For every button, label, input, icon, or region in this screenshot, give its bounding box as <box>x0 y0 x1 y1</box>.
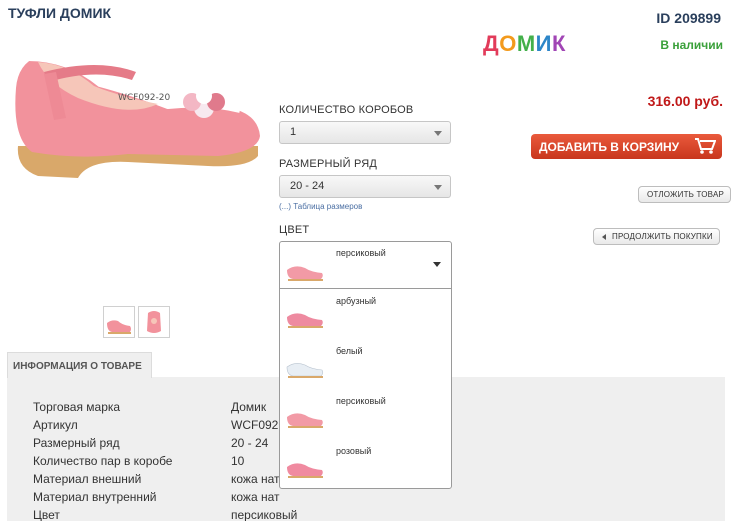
size-select-value: 20 - 24 <box>290 180 325 192</box>
info-row-value: Домик <box>231 400 267 414</box>
postpone-button[interactable]: ОТЛОЖИТЬ ТОВАР <box>638 186 732 203</box>
info-row-value: WCF092 <box>231 418 279 432</box>
info-row-label: Цвет <box>33 508 60 521</box>
color-label: ЦВЕТ <box>279 224 310 236</box>
thumbnail-1[interactable] <box>103 306 135 338</box>
color-option-label: розовый <box>336 446 372 456</box>
boxes-select-value: 1 <box>290 126 297 138</box>
info-row-label: Размерный ряд <box>33 436 120 450</box>
shoe-swatch-image <box>287 266 323 281</box>
size-table-link[interactable]: (...) Таблица размеров <box>279 202 362 211</box>
color-select[interactable]: персиковый <box>279 241 452 289</box>
shoe-swatch-image <box>287 313 323 328</box>
info-row-label: Материал внешний <box>33 472 142 486</box>
chevron-down-icon <box>434 185 442 190</box>
chevron-down-icon <box>433 262 441 267</box>
svg-text:WCF092-20: WCF092-20 <box>118 93 171 103</box>
boxes-select[interactable]: 1 <box>279 121 451 144</box>
product-id: ID 209899 <box>656 10 721 26</box>
brand-letter: Д <box>483 31 500 56</box>
info-row-label: Торговая марка <box>33 400 121 414</box>
brand-letter: К <box>551 31 566 56</box>
add-to-cart-button[interactable]: ДОБАВИТЬ В КОРЗИНУ <box>531 134 722 159</box>
cart-icon <box>695 138 716 154</box>
add-to-cart-label: ДОБАВИТЬ В КОРЗИНУ <box>539 140 680 154</box>
color-option[interactable]: розовый <box>280 439 451 489</box>
brand-letter: И <box>535 31 552 56</box>
color-option[interactable]: белый <box>280 339 451 389</box>
size-label: РАЗМЕРНЫЙ РЯД <box>279 158 378 170</box>
shoe-swatch-image <box>286 363 324 378</box>
product-main-image[interactable]: WCF092-20 <box>8 28 266 188</box>
chevron-down-icon <box>434 131 442 136</box>
info-row-label: Материал внутренний <box>33 490 157 504</box>
product-price: 316.00 руб. <box>647 93 723 109</box>
color-select-value: персиковый <box>336 248 386 258</box>
color-option-label: арбузный <box>336 296 377 306</box>
info-row-label: Артикул <box>33 418 78 432</box>
info-row-value: персиковый <box>231 508 298 521</box>
info-row-value: 10 <box>231 454 245 468</box>
brand-logo: ДОМИК <box>483 31 566 57</box>
stock-status: В наличии <box>660 38 723 52</box>
product-title: ТУФЛИ ДОМИК <box>8 5 112 21</box>
continue-shopping-label: ПРОДОЛЖИТЬ ПОКУПКИ <box>612 232 713 241</box>
brand-letter: О <box>499 31 517 56</box>
continue-shopping-button[interactable]: ПРОДОЛЖИТЬ ПОКУПКИ <box>593 228 720 245</box>
shoe-thumbnail-image <box>147 311 161 333</box>
brand-letter: М <box>516 31 536 56</box>
chevron-left-icon <box>602 233 606 240</box>
postpone-label: ОТЛОЖИТЬ ТОВАР <box>647 190 725 199</box>
shoe-swatch-image <box>287 413 323 428</box>
info-row-value: 20 - 24 <box>231 436 269 450</box>
info-row-label: Количество пар в коробе <box>33 454 173 468</box>
shoe-thumbnail-image <box>107 320 131 334</box>
shoe-swatch-image <box>287 463 323 478</box>
boxes-label: КОЛИЧЕСТВО КОРОБОВ <box>279 104 414 116</box>
color-option[interactable]: персиковый <box>280 389 451 439</box>
thumbnail-2[interactable] <box>138 306 170 338</box>
color-option-label: белый <box>336 346 363 356</box>
color-option-label: персиковый <box>336 396 386 406</box>
tab-product-info[interactable]: ИНФОРМАЦИЯ О ТОВАРЕ <box>7 352 152 378</box>
size-select[interactable]: 20 - 24 <box>279 175 451 198</box>
color-option[interactable]: арбузный <box>280 289 451 339</box>
info-row-value: кожа нат <box>231 472 280 486</box>
color-dropdown-list: арбузный белый персиковый розовый <box>279 288 452 489</box>
info-row-value: кожа нат <box>231 490 280 504</box>
